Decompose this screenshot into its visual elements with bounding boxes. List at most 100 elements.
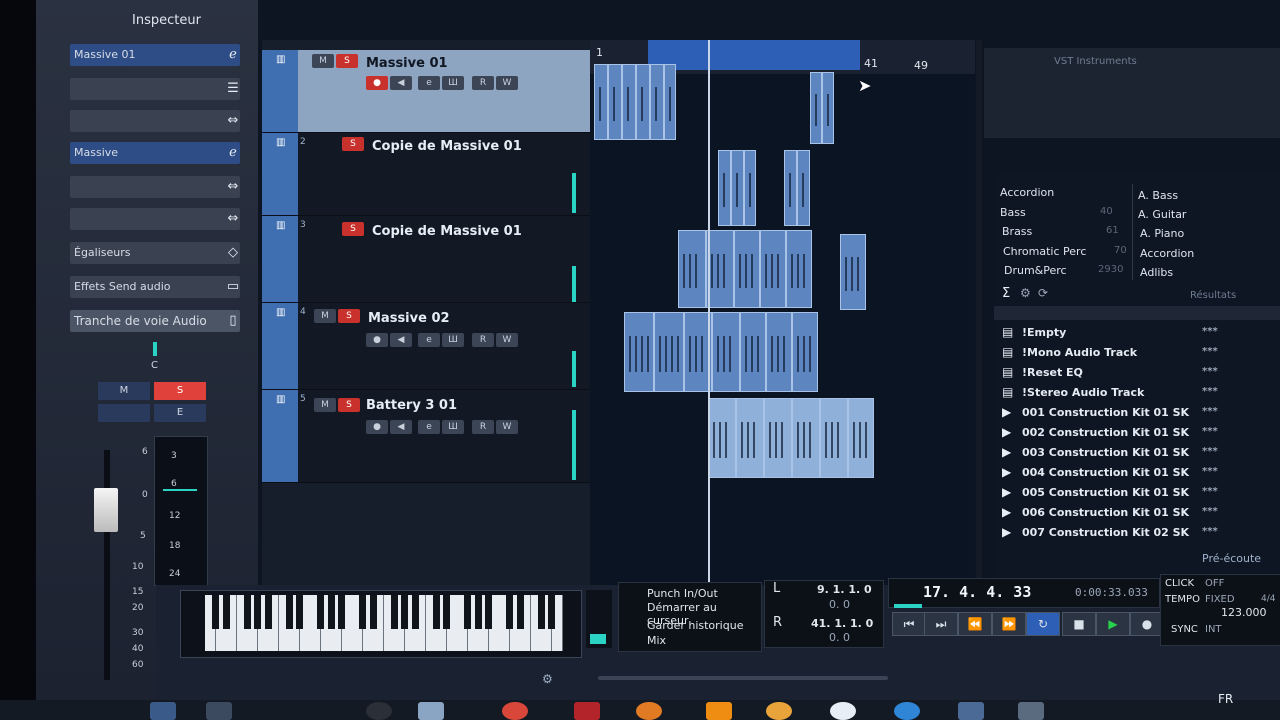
piano-black-key[interactable]	[390, 595, 398, 629]
track-row[interactable]: ▥ 5 M S Battery 3 01 ● ◀ e Ш R W	[262, 390, 590, 483]
result-row[interactable]: ▤ !Mono Audio Track ***	[994, 344, 1280, 363]
sync-label[interactable]: SYNC	[1171, 624, 1198, 635]
midi-clip[interactable]	[594, 64, 608, 140]
monitor-app-icon[interactable]	[1018, 702, 1044, 720]
inspector-e-button[interactable]: E	[154, 404, 206, 422]
result-row[interactable]: ▶ 005 Construction Kit 01 SK ***	[994, 484, 1280, 503]
subcategory-item[interactable]: Adlibs	[1140, 266, 1173, 279]
midi-clip[interactable]	[822, 72, 834, 144]
settings-icon[interactable]: ⚙	[1020, 286, 1031, 300]
subcategory-item[interactable]: A. Piano	[1140, 227, 1184, 240]
chrome-icon[interactable]	[502, 702, 528, 720]
virtual-keyboard[interactable]	[180, 590, 582, 658]
sigma-icon[interactable]: Σ	[1002, 286, 1010, 301]
monitor-icon[interactable]: ▭	[224, 278, 242, 296]
track-row[interactable]: ▥ 3 S Copie de Massive 01	[262, 216, 590, 303]
write-button[interactable]: W	[496, 333, 518, 347]
category-item[interactable]: Brass	[1002, 225, 1032, 238]
piano-black-key[interactable]	[243, 595, 251, 629]
category-item[interactable]: Bass	[1000, 206, 1026, 219]
inspector-row-empty-1[interactable]	[70, 78, 240, 100]
piano-black-key[interactable]	[264, 595, 272, 629]
track-name[interactable]: Copie de Massive 01	[372, 139, 522, 154]
category-item[interactable]: Chromatic Perc	[1003, 245, 1086, 258]
right-locator-icon[interactable]: R	[773, 615, 782, 630]
midi-clip[interactable]	[810, 72, 822, 144]
result-row[interactable]: ▶ 004 Construction Kit 01 SK ***	[994, 464, 1280, 483]
settings-app-icon[interactable]	[894, 702, 920, 720]
piano-black-key[interactable]	[317, 595, 324, 629]
track-row[interactable]: ▥ M S Massive 01 ● ◀ e Ш R W	[262, 50, 590, 133]
drum-clip[interactable]	[848, 398, 874, 478]
monitor-button[interactable]: ◀	[390, 333, 412, 347]
play-button[interactable]: ▶	[1096, 612, 1130, 636]
record-button[interactable]: ●	[366, 333, 388, 347]
strip-icon[interactable]: ▯	[224, 312, 242, 330]
midi-clip[interactable]	[654, 312, 684, 392]
vlc-icon[interactable]	[706, 702, 732, 720]
volume-fader-handle[interactable]	[94, 488, 118, 532]
position-value[interactable]: 17. 4. 4. 33	[923, 583, 1031, 601]
piano-black-key[interactable]	[296, 595, 303, 629]
channel-strip-section[interactable]: Tranche de voie Audio	[70, 310, 240, 332]
midi-clip[interactable]	[734, 230, 760, 308]
midi-clip[interactable]	[786, 230, 812, 308]
drum-clip[interactable]	[736, 398, 764, 478]
preview-label[interactable]: Pré-écoute	[1202, 552, 1261, 565]
track-name[interactable]: Copie de Massive 01	[372, 224, 522, 239]
piano-black-key[interactable]	[411, 595, 419, 629]
solo-button[interactable]: S	[342, 137, 364, 151]
midi-clip[interactable]	[784, 150, 797, 226]
category-item[interactable]: Drum&Perc	[1004, 264, 1067, 277]
inserts-button[interactable]: Ш	[442, 76, 464, 90]
forward-button[interactable]: ⏩	[992, 612, 1026, 636]
piano-black-key[interactable]	[516, 595, 524, 629]
stop-button[interactable]: ■	[1062, 612, 1096, 636]
midi-clip[interactable]	[760, 230, 786, 308]
result-row[interactable]: ▤ !Empty ***	[994, 324, 1280, 343]
midi-clip[interactable]	[797, 150, 810, 226]
right-locator-value[interactable]: 41. 1. 1. 0	[811, 617, 873, 630]
left-locator-icon[interactable]: L	[773, 581, 780, 596]
fader-track[interactable]	[104, 450, 110, 680]
piano-black-key[interactable]	[548, 595, 555, 629]
firefox-icon[interactable]	[636, 702, 662, 720]
inspector-read-button[interactable]	[98, 404, 150, 422]
record-button[interactable]: ●	[366, 420, 388, 434]
mute-button[interactable]: M	[314, 398, 336, 412]
mix-option[interactable]: Mix	[647, 634, 666, 647]
taskbar-app-icon[interactable]	[206, 702, 232, 720]
monitor-button[interactable]: ◀	[390, 76, 412, 90]
time-signature[interactable]: 4/4	[1261, 594, 1275, 604]
settings-gear-icon[interactable]: ⚙	[542, 672, 553, 686]
click-value[interactable]: OFF	[1205, 578, 1224, 589]
read-button[interactable]: R	[472, 333, 494, 347]
edit-button[interactable]: e	[418, 76, 440, 90]
insert-icon[interactable]: ⇔	[224, 210, 242, 228]
midi-clip[interactable]	[624, 312, 654, 392]
solo-button[interactable]: S	[342, 222, 364, 236]
go-to-end-button[interactable]: ⏭	[924, 612, 958, 636]
track-name[interactable]: Massive 01	[366, 56, 448, 71]
midi-clip[interactable]	[731, 150, 744, 226]
click-label[interactable]: CLICK	[1165, 578, 1194, 589]
left-locator-sub[interactable]: 0. 0	[829, 598, 850, 611]
taskbar-app-icon[interactable]	[418, 702, 444, 720]
piano-black-key[interactable]	[222, 595, 230, 629]
solo-button[interactable]: S	[338, 398, 360, 412]
result-row[interactable]: ▶ 006 Construction Kit 01 SK ***	[994, 504, 1280, 523]
drum-clip[interactable]	[708, 398, 736, 478]
tempo-mode[interactable]: FIXED	[1205, 594, 1235, 605]
inspector-mute-button[interactable]: M	[98, 382, 150, 400]
midi-clip[interactable]	[740, 312, 766, 392]
inserts-button[interactable]: Ш	[442, 420, 464, 434]
sync-value[interactable]: INT	[1205, 624, 1222, 635]
midi-clip[interactable]	[636, 64, 650, 140]
record-button[interactable]: ●	[366, 76, 388, 90]
result-row[interactable]: ▤ !Reset EQ ***	[994, 364, 1280, 383]
inserts-button[interactable]: Ш	[442, 333, 464, 347]
taskbar-app-icon[interactable]	[574, 702, 600, 720]
midi-clip[interactable]	[840, 234, 866, 310]
piano-black-key[interactable]	[485, 595, 492, 629]
piano-black-key[interactable]	[212, 595, 219, 629]
